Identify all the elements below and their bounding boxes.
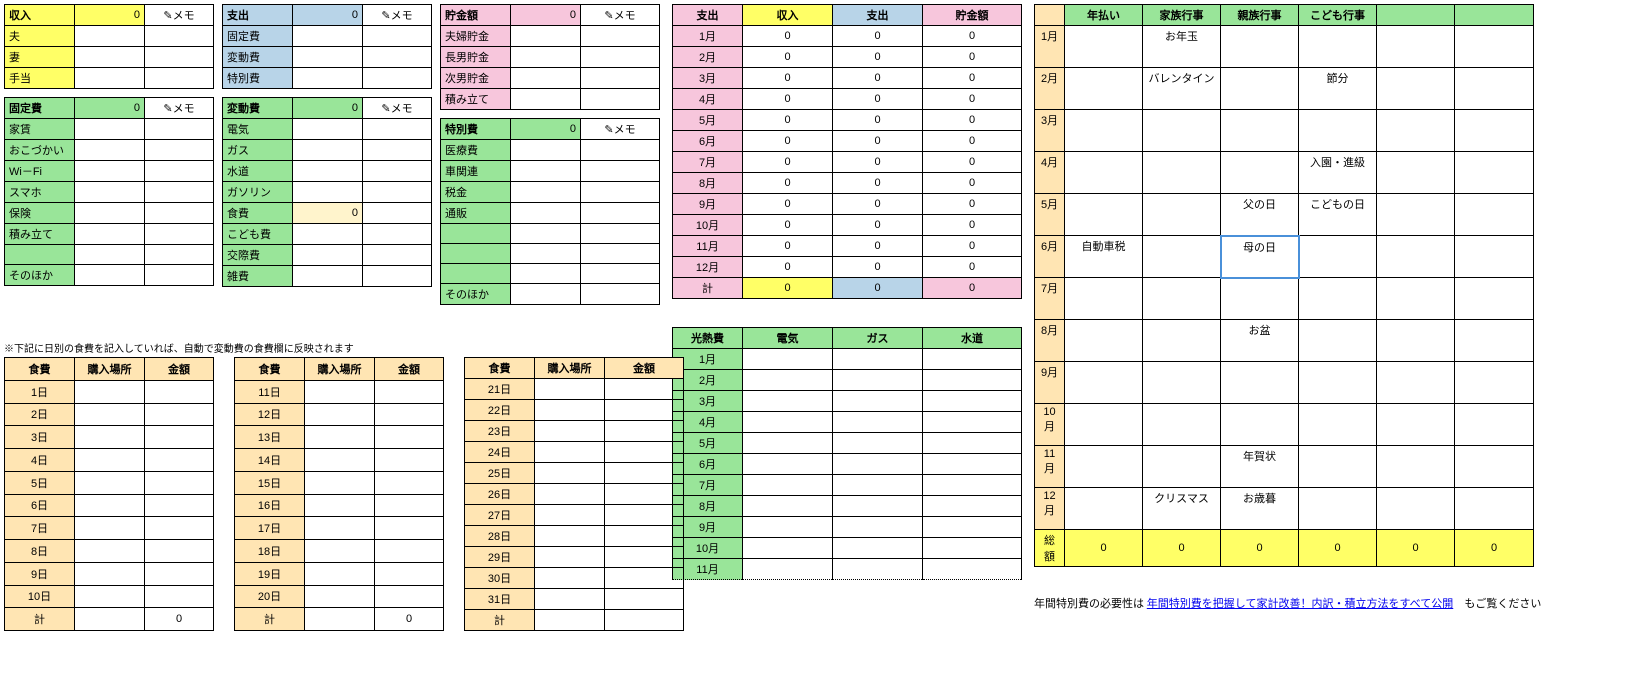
- variable-table: 変動費0✎メモ 電気 ガス 水道 ガソリン 食費0 こども費 交際費 雑費: [222, 97, 432, 287]
- special-cost-link[interactable]: 年間特別費を把握して家計改善！内訳・積立方法をすべて公開: [1147, 598, 1453, 610]
- food-days-3: 食費購入場所金額21日22日23日24日25日26日27日28日29日30日31…: [464, 357, 684, 631]
- events-table: 年払い家族行事親族行事こども行事1月お年玉2月バレンタイン節分3月4月入園・進級…: [1034, 4, 1534, 567]
- monthly-summary: 支出収入支出貯金額1月0002月0003月0004月0005月0006月0007…: [672, 4, 1022, 299]
- expense-table: 支出0✎メモ 固定費 変動費 特別費: [222, 4, 432, 89]
- food-days-2: 食費購入場所金額11日12日13日14日15日16日17日18日19日20日計0: [234, 357, 444, 631]
- food-days-1: 食費購入場所金額1日2日3日4日5日6日7日8日9日10日計0: [4, 357, 214, 631]
- special-table: 特別費0✎メモ 医療費 車関連 税金 通販 そのほか: [440, 118, 660, 305]
- fixed-table: 固定費0✎メモ 家賃 おこづかい Wi－Fi スマホ 保険 積み立て そのほか: [4, 97, 214, 286]
- savings-table: 貯金額0✎メモ 夫婦貯金 長男貯金 次男貯金 積み立て: [440, 4, 660, 110]
- utility-table: 光熱費電気ガス水道1月2月3月4月5月6月7月8月9月10月11月: [672, 327, 1022, 580]
- food-note: ※下記に日別の食費を記入していれば、自動で変動費の食費欄に反映されます: [4, 340, 684, 355]
- income-table: 収入0✎メモ 夫 妻 手当: [4, 4, 214, 89]
- link-row: 年間特別費の必要性は 年間特別費を把握して家計改善！内訳・積立方法をすべて公開 …: [1034, 595, 1541, 611]
